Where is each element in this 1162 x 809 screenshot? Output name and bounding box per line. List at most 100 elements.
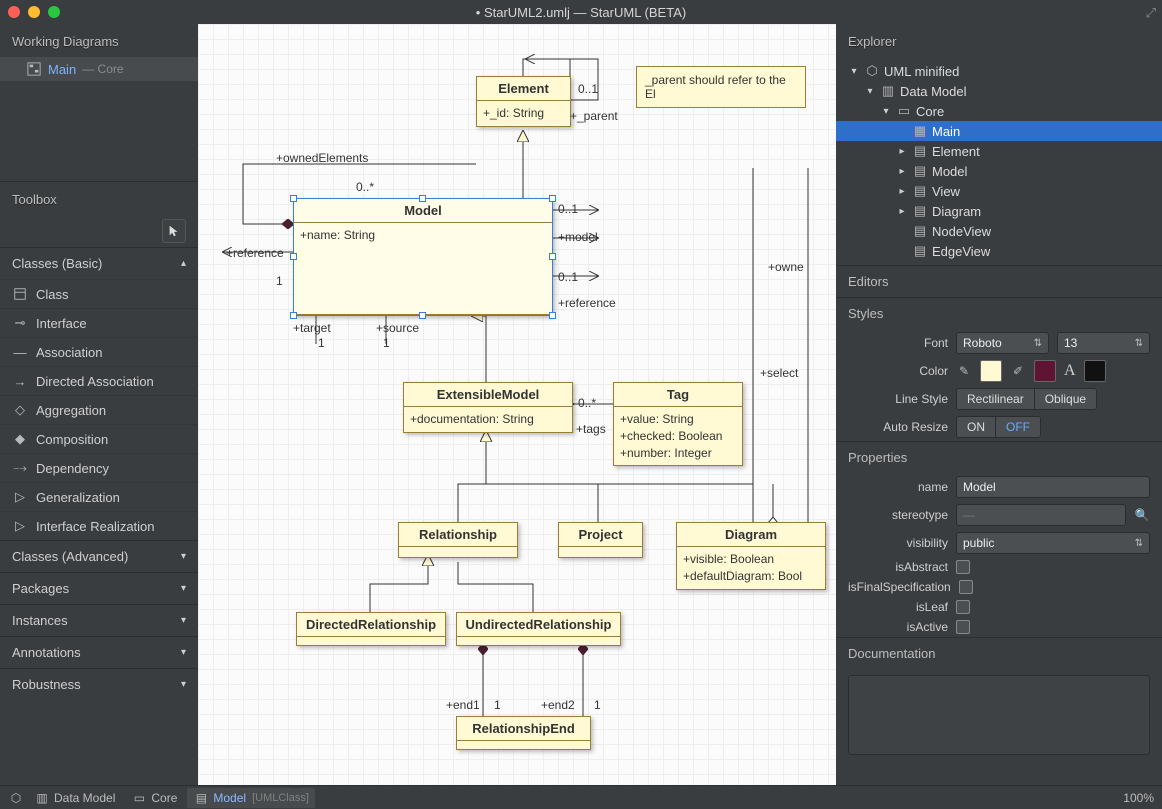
tool-dependency[interactable]: ⤍Dependency bbox=[0, 453, 198, 482]
toolbox-section-classes-advanced[interactable]: Classes (Advanced)▾ bbox=[0, 540, 198, 572]
tool-interface-realization[interactable]: ▷Interface Realization bbox=[0, 511, 198, 540]
font-size-select[interactable]: 13⇅ bbox=[1057, 332, 1150, 354]
tree-item-view[interactable]: ▸▤View bbox=[836, 181, 1162, 201]
uml-class-diagram[interactable]: Diagram +visible: Boolean +defaultDiagra… bbox=[676, 522, 826, 590]
documentation-textarea[interactable] bbox=[848, 675, 1150, 755]
chevron-updown-icon: ⇅ bbox=[1135, 338, 1143, 349]
uml-class-directed-relationship[interactable]: DirectedRelationship bbox=[296, 612, 446, 646]
uml-note[interactable]: _parent should refer to the El bbox=[636, 66, 806, 108]
mult-label: 1 bbox=[318, 336, 325, 350]
color-label: Color bbox=[848, 364, 948, 378]
uml-class-relationship-end[interactable]: RelationshipEnd bbox=[456, 716, 591, 750]
styles-title: Styles bbox=[836, 298, 1162, 329]
diagram-icon: ▦ bbox=[912, 123, 928, 139]
chevron-updown-icon: ⇅ bbox=[1034, 338, 1042, 349]
chevron-right-icon: ▸ bbox=[896, 206, 908, 217]
uml-class-project[interactable]: Project bbox=[558, 522, 643, 558]
tree-item-diagram[interactable]: ▸▤Diagram bbox=[836, 201, 1162, 221]
tool-class[interactable]: Class bbox=[0, 279, 198, 308]
tool-directed-association[interactable]: →Directed Association bbox=[0, 366, 198, 395]
class-icon bbox=[12, 286, 28, 302]
tree-item-main[interactable]: ▦Main bbox=[836, 121, 1162, 141]
eyedropper-icon[interactable]: ✎ bbox=[956, 363, 972, 379]
property-name-input[interactable] bbox=[956, 476, 1150, 498]
search-icon[interactable]: 🔍 bbox=[1134, 507, 1150, 523]
property-isfinal-checkbox[interactable] bbox=[959, 580, 973, 594]
right-sidebar: Explorer ▾⬡UML minified ▾▥Data Model ▾▭C… bbox=[836, 24, 1162, 785]
tree-item-nodeview[interactable]: ▤NodeView bbox=[836, 221, 1162, 241]
breadcrumb-core[interactable]: ▭Core bbox=[125, 788, 183, 808]
assoc-label: +target bbox=[293, 321, 331, 335]
breadcrumb-data-model[interactable]: ▥Data Model bbox=[28, 788, 121, 808]
property-stereotype-input[interactable] bbox=[956, 504, 1126, 526]
diagram-paper[interactable]: _parent should refer to the El Element +… bbox=[198, 24, 836, 785]
assoc-label: +reference bbox=[226, 246, 284, 260]
fill-color-swatch[interactable] bbox=[980, 360, 1002, 382]
tool-association[interactable]: —Association bbox=[0, 337, 198, 366]
tool-interface[interactable]: ⊸Interface bbox=[0, 308, 198, 337]
toolbox-section-annotations[interactable]: Annotations▾ bbox=[0, 636, 198, 668]
text-color-swatch[interactable] bbox=[1084, 360, 1106, 382]
toolbox-section-robustness[interactable]: Robustness▾ bbox=[0, 668, 198, 700]
breadcrumb-model[interactable]: ▤Model[UMLClass] bbox=[187, 788, 315, 808]
working-diagram-name: Main bbox=[48, 62, 76, 77]
tool-aggregation[interactable]: ◇Aggregation bbox=[0, 395, 198, 424]
chevron-down-icon: ▾ bbox=[181, 583, 186, 594]
auto-resize-on[interactable]: ON bbox=[957, 417, 996, 437]
mult-label: 1 bbox=[594, 698, 601, 712]
class-icon: ▤ bbox=[912, 183, 928, 199]
package-icon: ▭ bbox=[131, 790, 147, 806]
tree-item-model[interactable]: ▸▤Model bbox=[836, 161, 1162, 181]
dependency-icon: ⤍ bbox=[12, 460, 28, 476]
assoc-label: +reference bbox=[558, 296, 616, 310]
uml-class-extensible-model[interactable]: ExtensibleModel +documentation: String bbox=[403, 382, 573, 433]
line-style-toggle[interactable]: Rectilinear Oblique bbox=[956, 388, 1097, 410]
zoom-level[interactable]: 100% bbox=[1123, 791, 1154, 805]
toolbox-classes-basic-list: Class ⊸Interface —Association →Directed … bbox=[0, 279, 198, 540]
auto-resize-toggle[interactable]: ON OFF bbox=[956, 416, 1041, 438]
line-color-swatch[interactable] bbox=[1034, 360, 1056, 382]
toolbox-section-packages[interactable]: Packages▾ bbox=[0, 572, 198, 604]
line-style-rectilinear[interactable]: Rectilinear bbox=[957, 389, 1035, 409]
property-isleaf-checkbox[interactable] bbox=[956, 600, 970, 614]
property-isactive-checkbox[interactable] bbox=[956, 620, 970, 634]
model-icon: ▥ bbox=[34, 790, 50, 806]
pen-icon[interactable]: ✐ bbox=[1010, 363, 1026, 379]
tree-item-core[interactable]: ▾▭Core bbox=[836, 101, 1162, 121]
cube-icon: ⬡ bbox=[8, 790, 24, 806]
composition-icon: ◆ bbox=[12, 431, 28, 447]
uml-class-element[interactable]: Element +_id: String bbox=[476, 76, 571, 127]
property-isabstract-checkbox[interactable] bbox=[956, 560, 970, 574]
canvas-area[interactable]: _parent should refer to the El Element +… bbox=[198, 24, 836, 785]
working-diagram-item[interactable]: Main — Core bbox=[0, 57, 198, 81]
pointer-tool-button[interactable] bbox=[162, 219, 186, 243]
text-color-icon: A bbox=[1064, 362, 1076, 380]
window-title: • StarUML2.umlj — StarUML (BETA) bbox=[0, 5, 1162, 20]
uml-class-relationship[interactable]: Relationship bbox=[398, 522, 518, 558]
toolbox-section-classes-basic[interactable]: Classes (Basic) ▴ bbox=[0, 247, 198, 279]
chevron-down-icon: ▾ bbox=[880, 106, 892, 117]
uml-class-undirected-relationship[interactable]: UndirectedRelationship bbox=[456, 612, 621, 646]
section-label: Classes (Basic) bbox=[12, 256, 102, 271]
tree-item-edgeview[interactable]: ▤EdgeView bbox=[836, 241, 1162, 261]
uml-class-tag[interactable]: Tag +value: String +checked: Boolean +nu… bbox=[613, 382, 743, 466]
package-icon: ▭ bbox=[896, 103, 912, 119]
chevron-down-icon: ▾ bbox=[181, 551, 186, 562]
auto-resize-off[interactable]: OFF bbox=[996, 417, 1040, 437]
tree-item-data-model[interactable]: ▾▥Data Model bbox=[836, 81, 1162, 101]
fullscreen-icon[interactable]: ⤢ bbox=[1146, 5, 1156, 21]
cube-icon: ⬡ bbox=[864, 63, 880, 79]
editors-title: Editors bbox=[836, 266, 1162, 297]
interface-realization-icon: ▷ bbox=[12, 518, 28, 534]
font-select[interactable]: Roboto⇅ bbox=[956, 332, 1049, 354]
line-style-oblique[interactable]: Oblique bbox=[1035, 389, 1096, 409]
tree-item-project[interactable]: ▾⬡UML minified bbox=[836, 61, 1162, 81]
line-style-label: Line Style bbox=[848, 392, 948, 406]
tool-composition[interactable]: ◆Composition bbox=[0, 424, 198, 453]
class-icon: ▤ bbox=[912, 243, 928, 259]
tool-generalization[interactable]: ▷Generalization bbox=[0, 482, 198, 511]
uml-class-model[interactable]: Model +name: String bbox=[293, 198, 553, 316]
property-visibility-select[interactable]: public⇅ bbox=[956, 532, 1150, 554]
tree-item-element[interactable]: ▸▤Element bbox=[836, 141, 1162, 161]
toolbox-section-instances[interactable]: Instances▾ bbox=[0, 604, 198, 636]
